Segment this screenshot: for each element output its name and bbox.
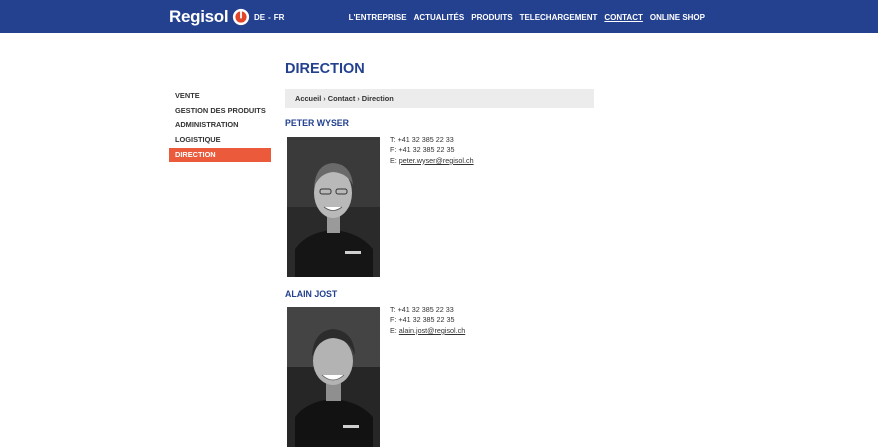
sidebar-menu: VENTE GESTION DES PRODUITS ADMINISTRATIO… xyxy=(169,89,271,163)
sidebar-item-administration[interactable]: ADMINISTRATION xyxy=(169,118,271,133)
person-email-link[interactable]: peter.wyser@regisol.ch xyxy=(399,156,474,165)
sidebar-item-gestion-des-produits[interactable]: GESTION DES PRODUITS xyxy=(169,104,271,119)
person-name: ALAIN JOST xyxy=(285,289,338,299)
person-email-line: E: peter.wyser@regisol.ch xyxy=(390,156,474,166)
nav-contact[interactable]: CONTACT xyxy=(604,13,643,22)
nav-entreprise[interactable]: L'ENTREPRISE xyxy=(349,13,407,22)
nav-produits[interactable]: PRODUITS xyxy=(471,13,512,22)
email-prefix: E: xyxy=(390,325,399,335)
lang-fr[interactable]: FR xyxy=(274,13,285,22)
logo-text: Regisol xyxy=(169,7,229,26)
logo-mark-icon xyxy=(233,8,250,26)
person-fax: F: +41 32 385 22 35 xyxy=(390,315,455,325)
lang-separator: - xyxy=(268,13,271,22)
person-photo xyxy=(287,307,380,447)
breadcrumb-accueil[interactable]: Accueil xyxy=(295,94,321,103)
person-photo xyxy=(287,137,380,277)
breadcrumb-separator: › xyxy=(357,94,360,103)
breadcrumb-separator: › xyxy=(323,94,326,103)
nav-actualites[interactable]: ACTUALITÉS xyxy=(414,13,465,22)
page-title: DIRECTION xyxy=(285,61,365,77)
person-fax: F: +41 32 385 22 35 xyxy=(390,145,455,155)
person-email-link[interactable]: alain.jost@regisol.ch xyxy=(399,326,465,335)
breadcrumb-current: Direction xyxy=(361,94,394,103)
person-email-line: E: alain.jost@regisol.ch xyxy=(390,326,465,336)
main-nav: L'ENTREPRISE ACTUALITÉS PRODUITS TELECHA… xyxy=(349,13,705,22)
portrait-photo-icon xyxy=(287,137,380,277)
breadcrumb-contact[interactable]: Contact xyxy=(328,94,356,103)
person-contact-info: T: +41 32 385 22 33 F: +41 32 385 22 35 … xyxy=(390,305,465,336)
regisol-logo[interactable]: Regisol xyxy=(169,6,250,28)
sidebar-item-logistique[interactable]: LOGISTIQUE xyxy=(169,133,271,148)
sidebar-item-direction[interactable]: DIRECTION xyxy=(169,147,271,163)
nav-online-shop[interactable]: ONLINE SHOP xyxy=(650,13,705,22)
nav-telechargement[interactable]: TELECHARGEMENT xyxy=(520,13,598,22)
language-switcher: DE - FR xyxy=(254,13,284,22)
email-prefix: E: xyxy=(390,155,399,165)
sidebar-item-vente[interactable]: VENTE xyxy=(169,89,271,104)
lang-de[interactable]: DE xyxy=(254,13,265,22)
person-phone: T: +41 32 385 22 33 xyxy=(390,135,454,144)
portrait-photo-icon xyxy=(287,307,380,447)
breadcrumb: Accueil › Contact › Direction xyxy=(285,89,594,108)
person-name: PETER WYSER xyxy=(285,118,350,128)
person-contact-info: T: +41 32 385 22 33 F: +41 32 385 22 35 … xyxy=(390,135,474,166)
top-navigation-bar: Regisol DE - FR L'ENTREPRISE ACTUALITÉS PR… xyxy=(0,0,878,33)
person-phone: T: +41 32 385 22 33 xyxy=(390,305,454,314)
